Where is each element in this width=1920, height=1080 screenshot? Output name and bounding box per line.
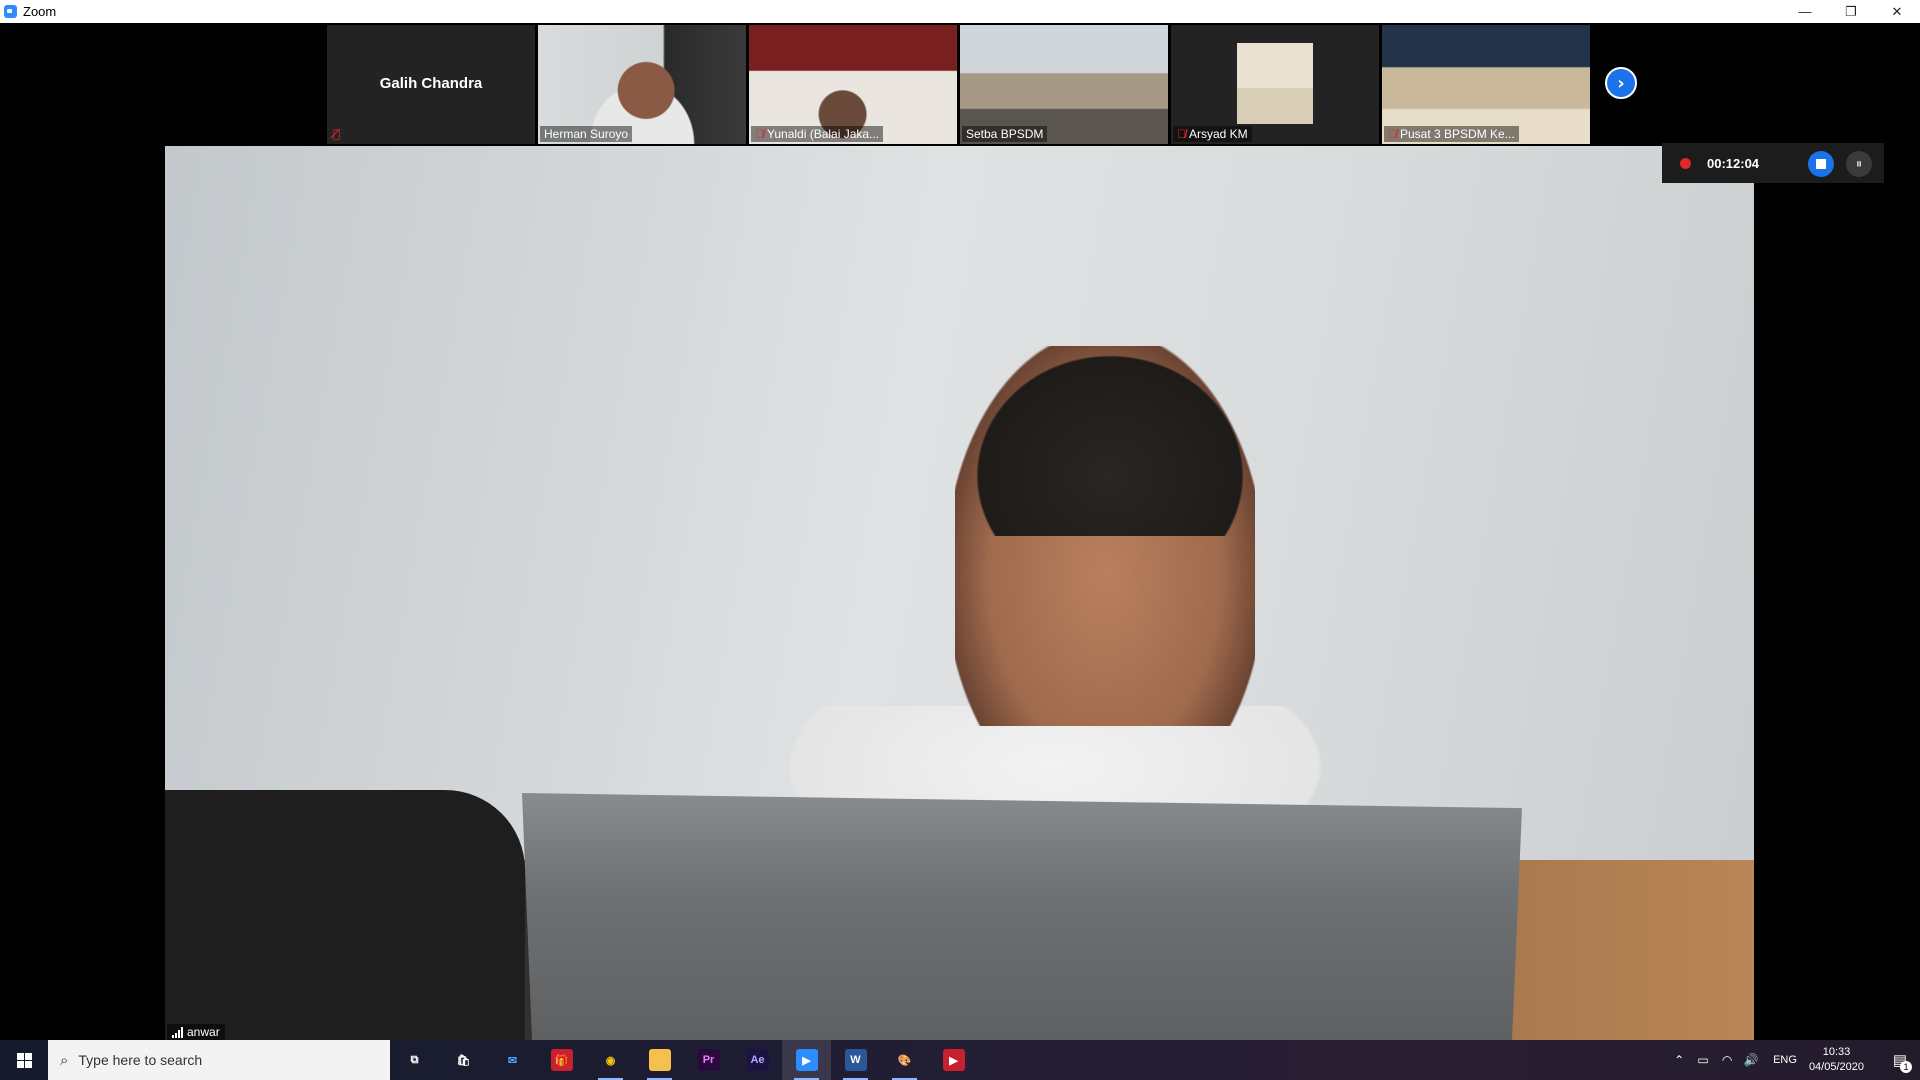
participant-name-label: Herman Suroyo (540, 126, 633, 142)
muted-mic-icon: 🎙̸ (333, 127, 341, 141)
zoom-app-icon (4, 5, 17, 18)
window-title: Zoom (23, 4, 57, 19)
taskbar-apps: ⧉ 🛍 ✉ 🎁 ◉ ▬ Pr Ae ▶ W 🎨 ▶ (390, 1040, 978, 1080)
taskbar: ⌕ Type here to search ⧉ 🛍 ✉ 🎁 ◉ ▬ Pr Ae ▶ W 🎨 ▶ ⌃ ▭… (0, 1040, 1920, 1080)
participant-name: Galih Chandra (379, 75, 483, 92)
taskbar-app-button[interactable]: ▶ (929, 1040, 978, 1080)
active-speaker-video: anwar (165, 146, 1754, 1040)
taskbar-app-button[interactable]: ⧉ (390, 1040, 439, 1080)
input-language[interactable]: ENG (1773, 1054, 1797, 1066)
participant-name-label: 🎙̸ Arsyad KM (1173, 126, 1252, 142)
participant-name-label: Setba BPSDM (962, 126, 1048, 142)
connection-signal-icon (172, 1026, 183, 1038)
participant-tile[interactable]: 🎙̸ Pusat 3 BPSDM Ke... (1382, 25, 1590, 144)
participant-strip: Galih Chandra 🎙̸ Herman Suroyo 🎙̸ Yunaldi… (327, 25, 1590, 144)
taskbar-app-button[interactable]: 🛍 (439, 1040, 488, 1080)
participant-name-label: 🎙̸ Yunaldi (Balai Jaka... (751, 126, 884, 142)
action-center-button[interactable]: ▤ 1 (1880, 1051, 1920, 1073)
participant-tile[interactable]: Galih Chandra 🎙̸ (327, 25, 535, 144)
show-hidden-icons-icon[interactable]: ⌃ (1667, 1053, 1691, 1067)
chevron-right-icon: › (1617, 72, 1625, 94)
taskbar-search-box[interactable]: ⌕ Type here to search (48, 1040, 390, 1080)
muted-mic-icon: 🎙̸ (1177, 127, 1186, 141)
task-view-icon: ⧉ (410, 1053, 419, 1066)
muted-mic-icon: 🎙̸ (755, 127, 764, 141)
taskbar-app-button[interactable]: 🎁 (537, 1040, 586, 1080)
paint-icon: 🎨 (897, 1054, 912, 1067)
clock-date: 04/05/2020 (1808, 1061, 1864, 1073)
video-chair (165, 790, 525, 1040)
taskbar-app-button[interactable]: Ae (733, 1040, 782, 1080)
participant-name: Arsyad KM (1189, 127, 1248, 141)
search-icon: ⌕ (60, 1051, 69, 1069)
mail-icon: ✉ (507, 1054, 518, 1067)
participant-tile[interactable]: Setba BPSDM (960, 25, 1168, 144)
store-icon: 🛍 (456, 1054, 471, 1067)
restore-button[interactable]: ❐ (1828, 0, 1874, 23)
stop-recording-button[interactable] (1808, 151, 1834, 177)
pause-icon: ⏸ (1855, 156, 1863, 172)
recording-timer: 00:12:04 (1707, 155, 1760, 171)
gift-icon: 🎁 (550, 1049, 573, 1071)
participant-tile[interactable]: Herman Suroyo (538, 25, 746, 144)
taskbar-app-button[interactable]: ▶ (782, 1040, 831, 1080)
volume-icon[interactable]: 🔊 (1739, 1053, 1763, 1067)
pause-recording-button[interactable]: ⏸ (1846, 151, 1872, 177)
taskbar-app-button[interactable]: Pr (684, 1040, 733, 1080)
recording-indicator: 00:12:04 ⏸ (1662, 143, 1884, 183)
taskbar-clock[interactable]: 10:33 04/05/2020 (1809, 1045, 1864, 1075)
participant-name-label: 🎙̸ Pusat 3 BPSDM Ke... (1384, 126, 1519, 142)
file-explorer-icon: ▬ (648, 1049, 671, 1071)
premiere-pro-icon: Pr (697, 1049, 720, 1071)
system-tray: ⌃ ▭ ◠ 🔊 ENG 10:33 04/05/2020 ▤ 1 (1667, 1040, 1920, 1080)
notification-count: 1 (1900, 1061, 1912, 1073)
muted-mic-icon: 🎙̸ (1388, 127, 1397, 141)
taskbar-app-button[interactable]: W (831, 1040, 880, 1080)
windows-logo-icon (16, 1052, 32, 1068)
chrome-icon: ◉ (605, 1054, 616, 1067)
participant-tile[interactable]: 🎙̸ Arsyad KM (1171, 25, 1379, 144)
title-bar: Zoom — ❐ ✕ (0, 0, 1920, 23)
next-participants-button[interactable]: › (1605, 67, 1637, 99)
wifi-icon[interactable]: ◠ (1715, 1053, 1739, 1067)
taskbar-app-button[interactable]: ✉ (488, 1040, 537, 1080)
participant-name: Setba BPSDM (966, 127, 1044, 141)
recording-dot-icon (1680, 157, 1691, 169)
battery-icon[interactable]: ▭ (1691, 1053, 1715, 1067)
minimize-button[interactable]: — (1782, 0, 1828, 23)
participant-video (1237, 43, 1313, 124)
media-player-icon: ▶ (942, 1049, 965, 1071)
participant-name: Herman Suroyo (544, 127, 629, 141)
taskbar-app-button[interactable]: 🎨 (880, 1040, 929, 1080)
taskbar-app-button[interactable]: ▬ (635, 1040, 684, 1080)
participant-name: Pusat 3 BPSDM Ke... (1400, 127, 1515, 141)
video-speaker-hair (955, 336, 1265, 536)
window-controls: — ❐ ✕ (1782, 0, 1920, 23)
zoom-icon: ▶ (795, 1049, 818, 1071)
word-icon: W (844, 1049, 867, 1071)
active-speaker-label: anwar (167, 1024, 225, 1040)
active-speaker-name: anwar (187, 1025, 220, 1039)
clock-time: 10:33 (1822, 1046, 1851, 1058)
stop-icon (1816, 159, 1826, 169)
start-button[interactable] (0, 1040, 48, 1080)
after-effects-icon: Ae (746, 1049, 769, 1071)
participant-tile[interactable]: 🎙̸ Yunaldi (Balai Jaka... (749, 25, 957, 144)
taskbar-app-button[interactable]: ◉ (586, 1040, 635, 1080)
close-button[interactable]: ✕ (1874, 0, 1920, 23)
video-laptop (522, 793, 1522, 1040)
participant-name: Yunaldi (Balai Jaka... (767, 127, 880, 141)
search-placeholder: Type here to search (78, 1052, 203, 1068)
